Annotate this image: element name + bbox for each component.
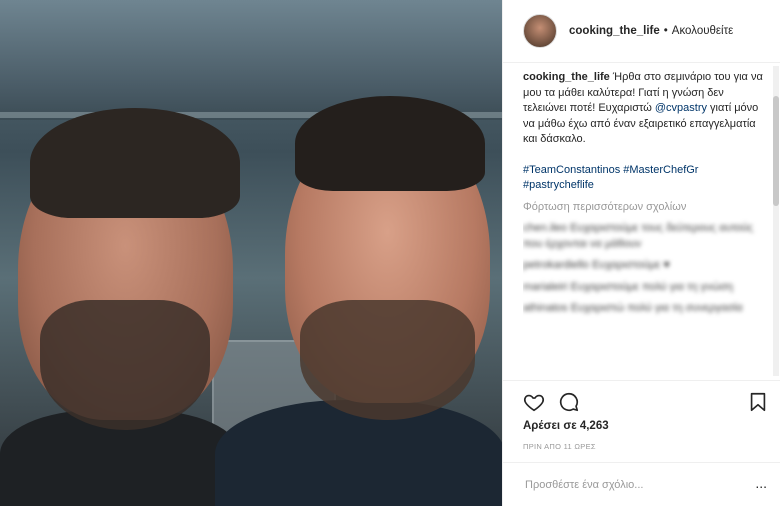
action-bar [503,380,780,421]
heart-icon[interactable] [523,391,545,413]
add-comment-bar: ... [503,462,780,507]
likes-count[interactable]: Αρέσει σε 4,263 [523,420,609,432]
comment-icon[interactable] [558,391,580,413]
caption: cooking_the_life Ήρθα στο σεμινάριο του … [523,70,769,148]
comment-item: marialeiri Ευχαριστούμε πολύ για τη γνώσ… [523,280,733,293]
comment-item: petrokardiello Ευχαριστούμε ♥ [523,259,670,271]
instagram-post: cooking_the_life • Ακολουθείτε cooking_t… [0,0,780,506]
comment-input[interactable] [523,475,737,495]
follow-button[interactable]: Ακολουθείτε [672,25,733,37]
post-photo[interactable] [0,0,502,506]
load-more-comments[interactable]: Φόρτωση περισσότερων σχολίων [523,200,769,216]
comments-section: cooking_the_life Ήρθα στο σεμινάριο του … [523,70,769,378]
header-separator: • [663,25,668,37]
caption-hashtags[interactable]: #TeamConstantinos #MasterChefGr #pastryc… [523,163,769,194]
caption-username[interactable]: cooking_the_life [523,71,610,83]
comments-scrollbar[interactable] [773,66,779,376]
comment-item: athinatos Ευχαριστώ πολύ για τη συνεργασ… [523,302,743,314]
avatar[interactable] [523,14,557,48]
post-header: cooking_the_life • Ακολουθείτε [503,0,780,63]
post-side-panel: cooking_the_life • Ακολουθείτε cooking_t… [502,0,780,506]
header-username[interactable]: cooking_the_life [569,25,660,37]
more-options-button[interactable]: ... [755,475,767,491]
comment-item: chen.ileo Ευχαριστούμε τους δεύτερους αυ… [523,222,754,250]
post-timestamp: ΠΡΙΝ ΑΠΟ 11 ΩΡΕΣ [523,442,596,451]
caption-mention[interactable]: @cvpastry [655,102,707,114]
bookmark-icon[interactable] [747,391,769,413]
